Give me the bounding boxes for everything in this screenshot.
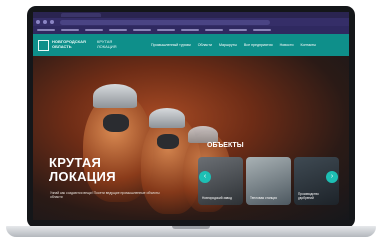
bookmark-item[interactable] — [85, 29, 103, 31]
helmet — [93, 84, 137, 108]
object-card-label: Производство удобрений — [298, 192, 319, 201]
objects-heading: ОБЪЕКТЫ — [207, 142, 244, 149]
hero-title: КРУТАЯ ЛОКАЦИЯ — [49, 156, 116, 184]
bookmark-item[interactable] — [133, 29, 151, 31]
nav-item-news[interactable]: Новости — [280, 43, 294, 47]
browser-toolbar — [33, 18, 349, 26]
helmet — [149, 108, 185, 128]
browser-tab[interactable] — [61, 13, 101, 17]
object-card-label: Тепловая станция — [250, 196, 277, 201]
bookmark-item[interactable] — [181, 29, 199, 31]
laptop-notch — [172, 226, 210, 229]
bookmark-item[interactable] — [157, 29, 175, 31]
site-header: Новгородская область Крутая локация Пром… — [33, 34, 349, 56]
laptop-base — [6, 226, 376, 237]
address-bar[interactable] — [60, 19, 270, 25]
objects-carousel: Новгородский завод Тепловая станция Прои… — [198, 157, 349, 207]
laptop-screen: Новгородская область Крутая локация Пром… — [33, 12, 349, 220]
object-card[interactable]: Тепловая станция — [246, 157, 291, 205]
hero-subtitle: Узнай как создаются вещи! Посети ведущие… — [50, 191, 160, 200]
logo-text: Новгородская область — [52, 39, 86, 49]
hero-title-line: ЛОКАЦИЯ — [49, 169, 116, 184]
bookmark-item[interactable] — [61, 29, 79, 31]
site-logo[interactable]: Новгородская область — [38, 38, 100, 52]
nav-item-regions[interactable]: Области — [198, 43, 212, 47]
nav-item-all-enterprises[interactable]: Все предприятия — [244, 43, 273, 47]
object-card-label: Новгородский завод — [202, 196, 232, 201]
bookmark-item[interactable] — [37, 29, 55, 31]
respirator — [157, 134, 179, 149]
nav-item-routes[interactable]: Маршруты — [219, 43, 237, 47]
main-navigation: Промышленный туризм Области Маршруты Все… — [151, 34, 316, 56]
website: Новгородская область Крутая локация Пром… — [33, 34, 349, 220]
arrow-left-icon[interactable]: ‹ — [199, 171, 211, 183]
reload-icon[interactable] — [50, 20, 54, 24]
bookmark-item[interactable] — [205, 29, 223, 31]
nav-item-contacts[interactable]: Контакты — [300, 43, 316, 47]
helmet — [188, 126, 218, 143]
hero-title-line: КРУТАЯ — [49, 155, 102, 170]
nav-item-industrial-tourism[interactable]: Промышленный туризм — [151, 43, 191, 47]
back-icon[interactable] — [36, 20, 40, 24]
bookmark-item[interactable] — [229, 29, 247, 31]
logo-mark-icon — [38, 39, 49, 51]
bookmark-item[interactable] — [109, 29, 127, 31]
respirator — [103, 114, 129, 132]
brand-text: Крутая локация — [97, 39, 117, 49]
arrow-right-icon[interactable]: › — [326, 171, 338, 183]
bookmark-item[interactable] — [253, 29, 271, 31]
bookmarks-bar — [33, 26, 349, 34]
forward-icon[interactable] — [43, 20, 47, 24]
